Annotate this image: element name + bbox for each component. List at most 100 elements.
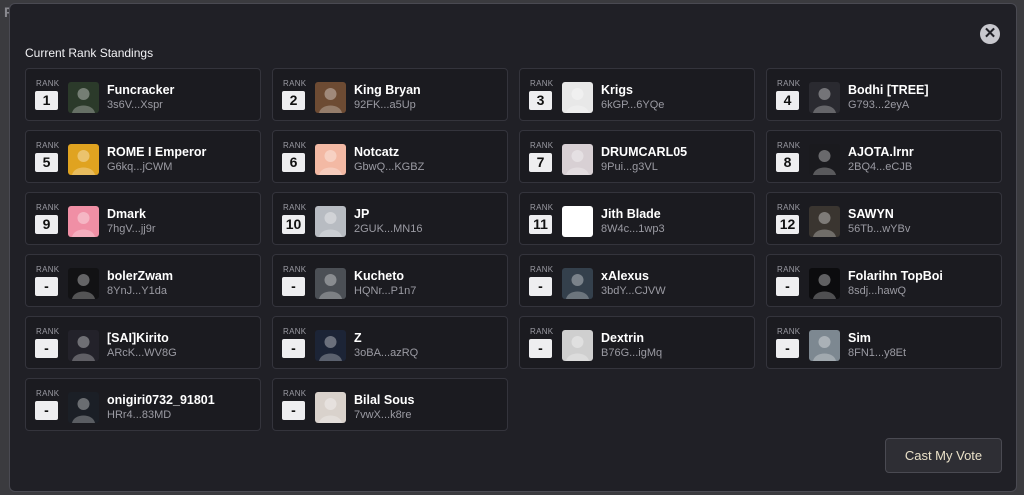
rank-label: RANK xyxy=(36,389,60,398)
standing-card[interactable]: RANK 8 AJOTA.lrnr 2BQ4...eCJB xyxy=(766,130,1002,183)
standing-card[interactable]: RANK 1 Funcracker 3s6V...Xspr xyxy=(25,68,261,121)
rank-label: RANK xyxy=(777,203,801,212)
warrior-icon xyxy=(562,268,593,299)
rank-number: - xyxy=(529,339,552,358)
rank-label: RANK xyxy=(283,203,307,212)
wallet-address: 92FK...a5Up xyxy=(354,99,416,111)
standing-card[interactable]: RANK 9 Dmark 7hgV...jj9r xyxy=(25,192,261,245)
rank-number: - xyxy=(35,339,58,358)
player-name: Sim xyxy=(848,331,871,345)
glasses-man-icon xyxy=(315,206,346,237)
red-logo-icon xyxy=(809,268,840,299)
rank-label: RANK xyxy=(530,79,554,88)
standing-card[interactable]: RANK 3 Krigs 6kGP...6YQe xyxy=(519,68,755,121)
player-name: Bodhi [TREE] xyxy=(848,83,929,97)
rank-number: 10 xyxy=(282,215,305,234)
standings-grid: RANK 1 Funcracker 3s6V...Xspr RANK 2 King Brya… xyxy=(25,68,1002,431)
standing-card[interactable]: RANK 7 DRUMCARL05 9Pui...g3VL xyxy=(519,130,755,183)
rank-label: RANK xyxy=(36,203,60,212)
dark-warrior-icon xyxy=(68,392,99,423)
wallet-address: 7hgV...jj9r xyxy=(107,223,156,235)
standing-card[interactable]: RANK 2 King Bryan 92FK...a5Up xyxy=(272,68,508,121)
standing-card[interactable]: RANK 5 ROME I Emperor G6kq...jCWM xyxy=(25,130,261,183)
cast-vote-button[interactable]: Cast My Vote xyxy=(885,438,1002,473)
wallet-address: ARcK...WV8G xyxy=(107,347,177,359)
rank-number: - xyxy=(282,277,305,296)
player-name: JP xyxy=(354,207,370,221)
wallet-address: HRr4...83MD xyxy=(107,409,172,421)
player-name: Z xyxy=(354,331,362,345)
close-icon[interactable]: ✕ xyxy=(980,24,1000,44)
standing-card[interactable]: RANK - Sim 8FN1...y8Et xyxy=(766,316,1002,369)
rank-label: RANK xyxy=(777,327,801,336)
wallet-address: 7vwX...k8re xyxy=(354,409,412,421)
rank-label: RANK xyxy=(283,327,307,336)
standing-card[interactable]: RANK - Dextrin B76G...igMq xyxy=(519,316,755,369)
blue-spirit-icon xyxy=(315,330,346,361)
wallet-address: 3oBA...azRQ xyxy=(354,347,419,359)
player-name: AJOTA.lrnr xyxy=(848,145,914,159)
rank-number: 5 xyxy=(35,153,58,172)
standing-card[interactable]: RANK 11 Jith Blade 8W4c...1wp3 xyxy=(519,192,755,245)
player-name: King Bryan xyxy=(354,83,421,97)
green-skull-icon xyxy=(562,206,593,237)
rank-label: RANK xyxy=(283,141,307,150)
standing-card[interactable]: RANK 10 JP 2GUK...MN16 xyxy=(272,192,508,245)
rank-number: 7 xyxy=(529,153,552,172)
bw-portrait-icon xyxy=(562,330,593,361)
rank-label: RANK xyxy=(36,79,60,88)
rank-number: 4 xyxy=(776,91,799,110)
rank-number: - xyxy=(282,339,305,358)
purple-dragon-icon xyxy=(68,330,99,361)
wallet-address: 2BQ4...eCJB xyxy=(848,161,913,173)
wallet-address: HQNr...P1n7 xyxy=(354,285,417,297)
wallet-address: 9Pui...g3VL xyxy=(601,161,658,173)
player-name: DRUMCARL05 xyxy=(601,145,688,159)
pink-bear-icon xyxy=(315,144,346,175)
wallet-address: 6kGP...6YQe xyxy=(601,99,665,111)
rank-label: RANK xyxy=(777,79,801,88)
standing-card[interactable]: RANK - Folarihn TopBoi 8sdj...hawQ xyxy=(766,254,1002,307)
wallet-address: G6kq...jCWM xyxy=(107,161,173,173)
player-name: ROME I Emperor xyxy=(107,145,207,159)
rank-label: RANK xyxy=(530,203,554,212)
green-figure-icon xyxy=(68,268,99,299)
pink-cartoon-icon xyxy=(68,206,99,237)
gold-shield-icon xyxy=(68,144,99,175)
standing-card[interactable]: RANK 6 Notcatz GbwQ...KGBZ xyxy=(272,130,508,183)
rank-number: - xyxy=(529,277,552,296)
standing-card[interactable]: RANK - bolerZwam 8YnJ...Y1da xyxy=(25,254,261,307)
player-name: Bilal Sous xyxy=(354,393,415,407)
rank-standings-modal: ✕ Current Rank Standings RANK 1 Funcracker… xyxy=(9,3,1017,492)
wallet-address: 3bdY...CJVW xyxy=(601,285,666,297)
standing-card[interactable]: RANK - onigiri0732_91801 HRr4...83MD xyxy=(25,378,261,431)
player-name: Folarihn TopBoi xyxy=(848,269,943,283)
player-name: Funcracker xyxy=(107,83,175,97)
rank-number: 3 xyxy=(529,91,552,110)
standing-card[interactable]: RANK - Kucheto HQNr...P1n7 xyxy=(272,254,508,307)
player-name: Kucheto xyxy=(354,269,404,283)
rank-label: RANK xyxy=(530,265,554,274)
standing-card[interactable]: RANK 12 SAWYN 56Tb...wYBv xyxy=(766,192,1002,245)
player-name: [SAI]Kirito xyxy=(107,331,169,345)
rank-number: 8 xyxy=(776,153,799,172)
standing-card[interactable]: RANK - Bilal Sous 7vwX...k8re xyxy=(272,378,508,431)
rank-label: RANK xyxy=(777,141,801,150)
rank-number: 1 xyxy=(35,91,58,110)
player-name: Notcatz xyxy=(354,145,400,159)
wallet-address: G793...2eyA xyxy=(848,99,910,111)
wallet-address: 56Tb...wYBv xyxy=(848,223,911,235)
rank-label: RANK xyxy=(777,265,801,274)
standing-card[interactable]: RANK - Z 3oBA...azRQ xyxy=(272,316,508,369)
rank-number: 6 xyxy=(282,153,305,172)
player-name: Dextrin xyxy=(601,331,645,345)
player-name: Jith Blade xyxy=(601,207,661,221)
standing-card[interactable]: RANK - [SAI]Kirito ARcK...WV8G xyxy=(25,316,261,369)
standing-card[interactable]: RANK 4 Bodhi [TREE] G793...2eyA xyxy=(766,68,1002,121)
rank-number: 2 xyxy=(282,91,305,110)
bearded-man-icon xyxy=(315,82,346,113)
robot-icon xyxy=(315,268,346,299)
player-name: Krigs xyxy=(601,83,633,97)
smiling-man-icon xyxy=(315,392,346,423)
standing-card[interactable]: RANK - xAlexus 3bdY...CJVW xyxy=(519,254,755,307)
